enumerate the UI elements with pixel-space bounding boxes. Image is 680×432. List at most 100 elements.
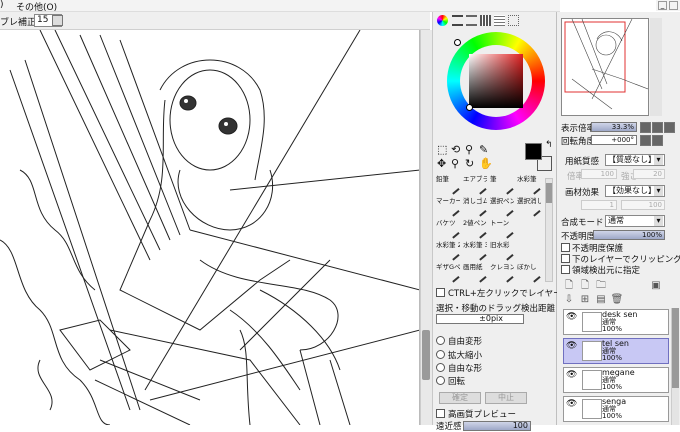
navigator-thumbnail (564, 18, 649, 110)
chevron-down-icon[interactable] (52, 15, 63, 26)
tool-old-watercolor[interactable]: 旧水彩 (490, 241, 514, 263)
clipping-checkbox[interactable] (561, 254, 570, 263)
radio-free-transform[interactable] (436, 336, 445, 345)
perspective-slider[interactable]: 100 (463, 421, 531, 431)
color-wheel-tab-icon[interactable] (437, 15, 448, 26)
zoom-icon[interactable]: ⚲ (451, 157, 459, 170)
clear-layer-icon[interactable]: ▤ (594, 294, 608, 306)
mixer-tab-icon[interactable] (480, 15, 491, 26)
delete-layer-icon[interactable]: 🗑 (610, 294, 624, 306)
foreground-color-swatch[interactable] (525, 143, 542, 160)
tool-brush[interactable]: 筆 (490, 175, 514, 197)
radio-free-shape[interactable] (436, 363, 445, 372)
eyedropper-icon[interactable]: ✎ (479, 143, 488, 156)
preserve-opacity-checkbox[interactable] (561, 243, 570, 252)
tool-label: 鉛筆 (436, 175, 449, 183)
tool-watercolor2[interactable]: 水彩筆 2 (436, 241, 460, 263)
eye-icon[interactable]: 👁 (566, 399, 577, 409)
eye-icon[interactable]: 👁 (566, 312, 577, 322)
confirm-button[interactable]: 確定 (439, 392, 481, 404)
ref-layer-checkbox[interactable] (561, 265, 570, 274)
tool-marker[interactable]: マーカー (436, 197, 460, 219)
zoom-in-button[interactable] (652, 122, 663, 133)
tool-g-pen[interactable]: ギザGペン (436, 263, 460, 285)
layer-panel-settings-icon[interactable]: ▣ (649, 280, 663, 292)
effect-value-1[interactable]: 1 (581, 200, 617, 210)
tool-two-value-pen[interactable]: 2値ペン (463, 219, 487, 241)
tool-crayon[interactable]: クレヨン (490, 263, 514, 285)
texture-select[interactable]: 【質感なし】 (605, 154, 665, 166)
radio-scale[interactable] (436, 350, 445, 359)
swap-color-icon[interactable]: ↰ (545, 140, 553, 150)
new-folder-icon[interactable]: 🗀 (594, 280, 608, 292)
color-wheel[interactable] (447, 32, 545, 130)
new-linework-layer-icon[interactable]: 🗋 (578, 280, 592, 292)
ctrl-select-checkbox[interactable] (436, 288, 445, 297)
navigator-preview[interactable] (561, 18, 649, 116)
tool-airbrush[interactable]: エアブラシ (463, 175, 487, 197)
eye-icon[interactable]: 👁 (566, 370, 577, 380)
tool-select-pen[interactable]: 選択ペン (490, 197, 514, 219)
maximize-icon[interactable] (669, 1, 678, 10)
layer-scrollbar[interactable] (671, 308, 679, 425)
tool-empty[interactable] (517, 219, 541, 241)
tool-eraser[interactable]: 消しゴム (463, 197, 487, 219)
canvas-scroll-thumb[interactable] (422, 330, 430, 380)
radio-rotate[interactable] (436, 376, 445, 385)
swatch-tab-icon[interactable] (494, 15, 505, 26)
effect-value-2[interactable]: 100 (621, 200, 665, 210)
zoom-reset-button[interactable] (664, 122, 675, 133)
hand-icon[interactable]: ✋ (479, 157, 493, 170)
tool-watercolor3[interactable]: 水彩筆 3 (463, 241, 487, 263)
eye-icon[interactable]: 👁 (566, 341, 577, 351)
hq-preview-checkbox[interactable] (436, 409, 445, 418)
merge-down-icon[interactable]: ⊞ (578, 294, 592, 306)
rotate-icon[interactable]: ↻ (465, 157, 474, 170)
transfer-down-icon[interactable]: ⇩ (562, 294, 576, 306)
navigator-scrollbar[interactable] (650, 18, 662, 116)
lasso-icon[interactable]: ⟲ (451, 143, 460, 156)
effect-select[interactable]: 【効果なし】 (605, 185, 665, 197)
tool-empty2[interactable] (517, 241, 541, 263)
sv-square[interactable] (469, 54, 523, 108)
drawing-canvas[interactable] (0, 30, 420, 425)
layer-item[interactable]: 👁 tel sen 通常 100% (563, 338, 669, 364)
new-layer-icon[interactable]: 🗋 (562, 280, 576, 292)
layer-item[interactable]: 👁 senga 通常 100% (563, 396, 669, 422)
move-icon[interactable]: ✥ (437, 157, 446, 170)
layer-item[interactable]: 👁 desk sen 通常 100% (563, 309, 669, 335)
texture-strength-value[interactable]: 20 (633, 169, 665, 179)
menu-bar: ) その他(O) (0, 0, 560, 13)
hue-marker[interactable] (454, 39, 461, 46)
zoom-out-button[interactable] (640, 122, 651, 133)
texture-label: 用紙質感 (565, 157, 600, 167)
layer-item[interactable]: 👁 megane 通常 100% (563, 367, 669, 393)
cancel-button[interactable]: 中止 (485, 392, 527, 404)
rect-select-icon[interactable]: ⬚ (437, 143, 447, 156)
hsv-slider-tab-icon[interactable] (466, 15, 477, 26)
drag-distance-slider[interactable]: ±0pix (436, 314, 524, 324)
tool-tone[interactable]: トーン (490, 219, 514, 241)
opacity-slider[interactable]: 100% (593, 230, 665, 240)
tool-select-eraser[interactable]: 選択消し (517, 197, 541, 219)
rotation-slider[interactable]: +000° (591, 135, 637, 145)
rotate-left-button[interactable] (640, 135, 651, 146)
blend-mode-select[interactable]: 通常 (605, 215, 665, 227)
tool-bucket[interactable]: バケツ (436, 219, 460, 241)
scratch-tab-icon[interactable] (508, 15, 519, 26)
menu-partial[interactable]: ) (0, 0, 4, 10)
tool-grid-scrollbar[interactable] (545, 178, 553, 282)
tool-paint-brush[interactable]: 画用紙 (463, 263, 487, 285)
texture-scale-value[interactable]: 100 (581, 169, 617, 179)
tool-watercolor[interactable]: 水彩筆 (517, 175, 541, 197)
tool-label: マーカー (436, 197, 460, 205)
rgb-slider-tab-icon[interactable] (452, 15, 463, 26)
sv-marker[interactable] (466, 104, 473, 111)
tool-blur[interactable]: ぼかし (517, 263, 541, 285)
tool-pencil[interactable]: 鉛筆 (436, 175, 460, 197)
minimize-icon[interactable]: _ (658, 1, 667, 10)
tool-label: ギザGペン (436, 263, 460, 271)
magic-wand-icon[interactable]: ⚲ (465, 143, 473, 156)
zoom-slider[interactable]: 33.3% (591, 122, 637, 132)
rotate-right-button[interactable] (652, 135, 663, 146)
